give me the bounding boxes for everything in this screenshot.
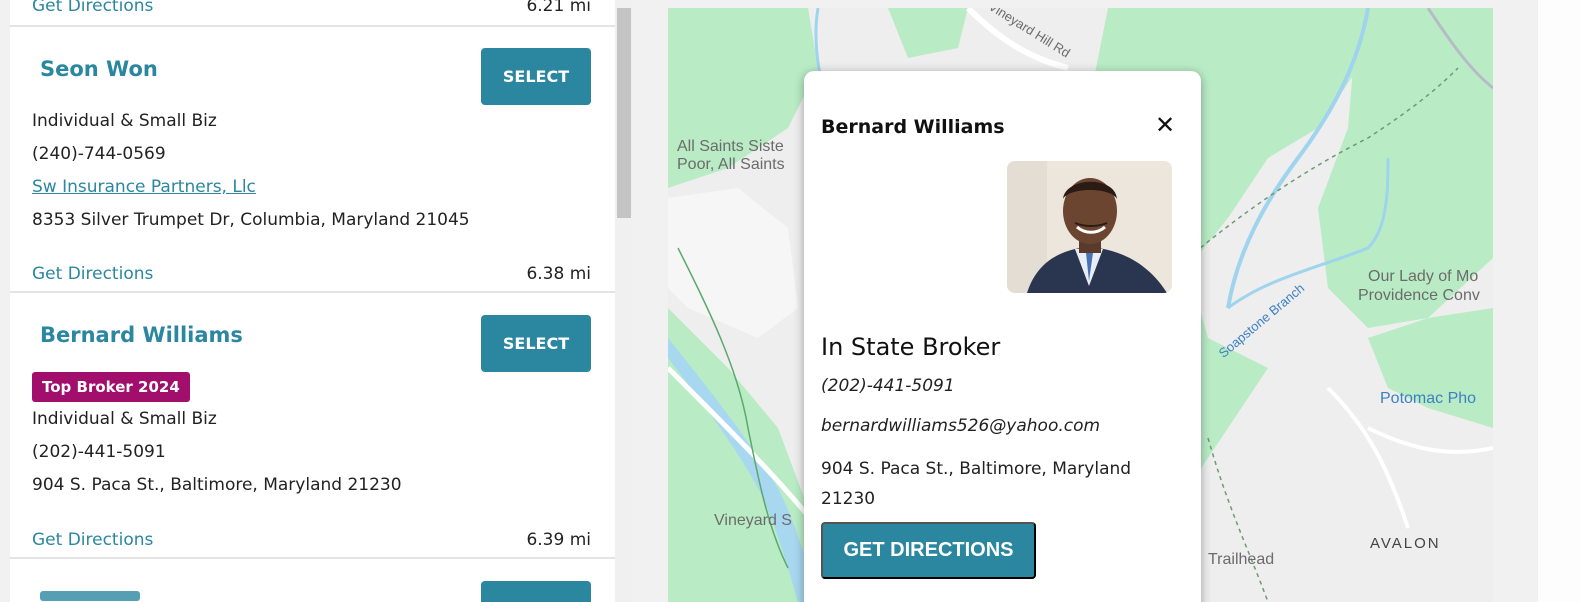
map-place-label: Potomac Pho xyxy=(1380,390,1477,407)
distance: 6.21 mi xyxy=(526,0,591,16)
broker-name xyxy=(40,591,140,601)
map-place-label: Vineyard S xyxy=(714,512,792,529)
popup-phone: (202)-441-5091 xyxy=(821,376,955,396)
broker-phone: (240)-744-0569 xyxy=(32,144,166,164)
broker-name[interactable]: Seon Won xyxy=(40,57,158,81)
list-item xyxy=(10,559,615,602)
broker-address: 904 S. Paca St., Baltimore, Maryland 212… xyxy=(32,475,402,495)
broker-address: 8353 Silver Trumpet Dr, Columbia, Maryla… xyxy=(32,210,470,230)
map-place-label: Trailhead xyxy=(1208,551,1275,568)
map-place-label: Providence Conv xyxy=(1358,287,1480,304)
company-link[interactable]: Sw Insurance Partners, Llc xyxy=(32,177,256,197)
broker-finder-page: Get Directions 6.21 mi Seon Won SELECT I… xyxy=(0,0,1581,602)
broker-photo xyxy=(1007,161,1172,293)
get-directions-link[interactable]: Get Directions xyxy=(32,0,153,16)
broker-name[interactable]: Bernard Williams xyxy=(40,323,243,347)
broker-popup: Bernard Williams ✕ In State Broker (202)… xyxy=(804,71,1201,602)
list-item: Bernard Williams SELECT Top Broker 2024 … xyxy=(10,293,615,559)
select-button[interactable]: SELECT xyxy=(481,315,591,372)
top-broker-badge: Top Broker 2024 xyxy=(32,372,190,402)
distance: 6.39 mi xyxy=(526,530,591,550)
map-place-label: All Saints Siste xyxy=(677,138,784,155)
distance: 6.38 mi xyxy=(526,264,591,284)
select-button[interactable]: SELECT xyxy=(481,48,591,105)
right-gutter xyxy=(1493,0,1538,602)
right-panel-edge xyxy=(1538,0,1581,602)
broker-category: Individual & Small Biz xyxy=(32,409,217,429)
popup-address: 904 S. Paca St., Baltimore, Maryland 212… xyxy=(821,459,1132,509)
popup-broker-name: Bernard Williams xyxy=(821,116,1005,138)
broker-list: Get Directions 6.21 mi Seon Won SELECT I… xyxy=(10,0,615,602)
select-button[interactable] xyxy=(481,581,591,602)
popup-email: bernardwilliams526@yahoo.com xyxy=(821,416,1101,436)
list-item: Get Directions 6.21 mi xyxy=(10,0,615,27)
list-scrollbar[interactable] xyxy=(615,0,633,602)
map-area-label: AVALON xyxy=(1370,535,1441,552)
close-icon[interactable]: ✕ xyxy=(1152,111,1178,139)
list-item: Seon Won SELECT Individual & Small Biz (… xyxy=(10,27,615,293)
get-directions-link[interactable]: Get Directions xyxy=(32,264,153,284)
get-directions-link[interactable]: Get Directions xyxy=(32,530,153,550)
map-place-label: Our Lady of Mo xyxy=(1368,268,1479,285)
get-directions-button[interactable]: GET DIRECTIONS xyxy=(821,522,1036,579)
broker-type: In State Broker xyxy=(821,333,1001,361)
broker-phone: (202)-441-5091 xyxy=(32,442,166,462)
gutter xyxy=(633,0,668,602)
map-place-label: Poor, All Saints xyxy=(677,156,785,173)
broker-category: Individual & Small Biz xyxy=(32,111,217,131)
scrollbar-thumb[interactable] xyxy=(617,8,631,218)
